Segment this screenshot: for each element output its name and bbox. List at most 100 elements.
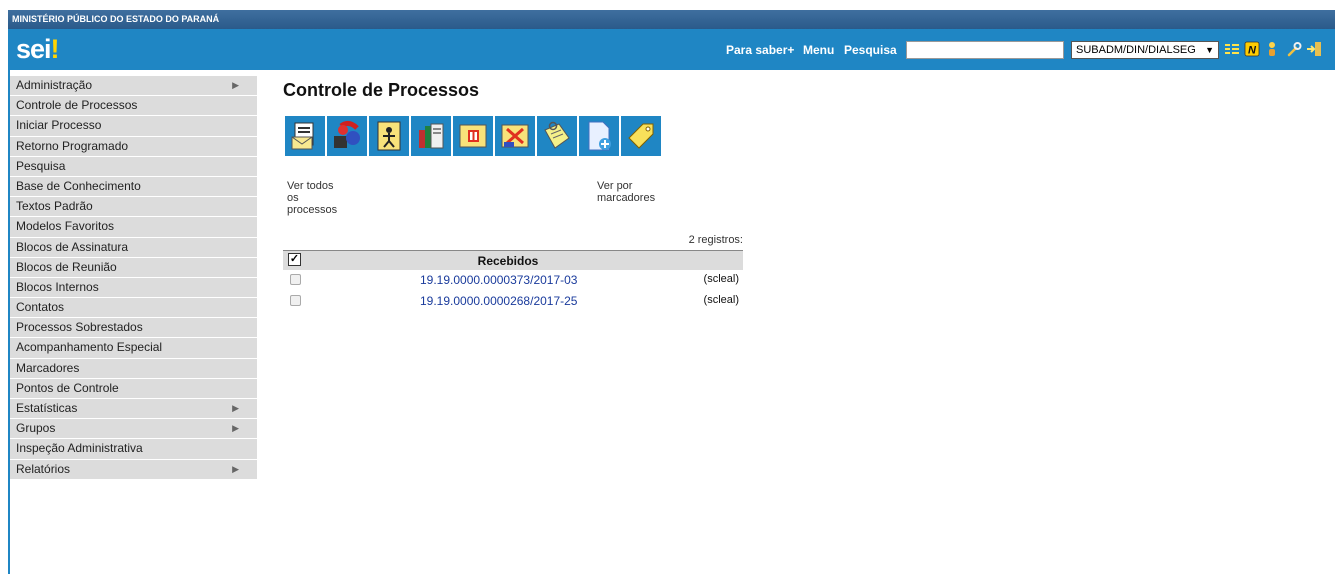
org-bar: MINISTÉRIO PÚBLICO DO ESTADO DO PARANÁ	[8, 10, 1335, 29]
sidebar-item[interactable]: Contatos	[10, 298, 257, 319]
top-strip	[0, 0, 1335, 10]
sobrestar-button[interactable]	[453, 116, 493, 156]
sidebar-item[interactable]: Blocos de Assinatura	[10, 237, 257, 258]
send-process-button[interactable]	[285, 116, 325, 156]
table-row: 19.19.0000.0000373/2017-03 (scleal)	[283, 270, 743, 291]
sidebar-item[interactable]: Controle de Processos	[10, 96, 257, 117]
sidebar-item[interactable]: Estatísticas ▶	[10, 399, 257, 420]
sidebar-item[interactable]: Pesquisa	[10, 156, 257, 177]
sidebar-item[interactable]: Blocos Internos	[10, 277, 257, 299]
table-header-label: Recebidos	[477, 254, 539, 268]
sidebar-item-label: Grupos	[16, 421, 56, 436]
library-button[interactable]	[411, 116, 451, 156]
user-icon[interactable]	[1264, 41, 1280, 57]
submenu-arrow-icon: ▶	[232, 80, 239, 90]
search-input[interactable]	[906, 41, 1064, 59]
pesquisa-link[interactable]: Pesquisa	[844, 43, 897, 57]
sidebar-item[interactable]: Pontos de Controle	[10, 378, 257, 399]
marker-icon	[628, 123, 654, 149]
sidebar-item[interactable]: Relatórios ▶	[10, 459, 257, 480]
update-process-button[interactable]	[327, 116, 367, 156]
sidebar-item-label: Blocos de Assinatura	[16, 239, 129, 254]
process-user[interactable]: (scleal)	[663, 294, 739, 306]
conclude-process-icon	[501, 124, 529, 148]
table-body: 19.19.0000.0000373/2017-03 (scleal) 19.19.…	[283, 270, 743, 312]
table-header: ✓ Recebidos	[283, 250, 743, 270]
annotation-icon	[544, 121, 570, 149]
library-icon	[419, 123, 444, 149]
sidebar-item-label: Contatos	[16, 300, 65, 315]
exit-icon[interactable]	[1306, 41, 1322, 57]
sei-logo[interactable]: sei!	[16, 34, 60, 65]
menu-link[interactable]: Menu	[803, 43, 834, 57]
page-title: Controle de Processos	[283, 80, 480, 100]
sidebar-item-label: Textos Padrão	[16, 199, 93, 214]
sidebar-item-label: Processos Sobrestados	[16, 320, 143, 335]
assign-process-button[interactable]	[369, 116, 409, 156]
submenu-arrow-icon: ▶	[232, 403, 239, 413]
ver-por-marcadores-link[interactable]: Ver por marcadores	[597, 180, 655, 204]
sidebar-item[interactable]: Iniciar Processo	[10, 116, 257, 137]
include-document-button[interactable]	[579, 116, 619, 156]
sidebar-item[interactable]: Modelos Favoritos	[10, 217, 257, 238]
process-table: ✓ Recebidos 19.19.0000.0000373/2017-03 (s…	[283, 250, 743, 312]
sidebar-item[interactable]: Grupos ▶	[10, 419, 257, 440]
sidebar-item-label: Retorno Programado	[16, 138, 129, 153]
sidebar-item[interactable]: Textos Padrão	[10, 197, 257, 218]
sei-window: MINISTÉRIO PÚBLICO DO ESTADO DO PARANÁ s…	[0, 0, 1335, 574]
sidebar-item-label: Base de Conhecimento	[16, 178, 141, 193]
update-process-icon	[334, 120, 360, 148]
chevron-down-icon: ▼	[1205, 45, 1214, 55]
sidebar-item-label: Pesquisa	[16, 158, 66, 173]
sidebar-item[interactable]: Base de Conhecimento	[10, 176, 257, 198]
row-checkbox[interactable]	[290, 295, 301, 306]
process-user[interactable]: (scleal)	[663, 273, 739, 285]
records-count: 2 registros:	[688, 234, 743, 246]
sidebar-item-label: Blocos de Reunião	[16, 259, 117, 274]
sidebar-item-label: Inspeção Administrativa	[16, 441, 143, 456]
ver-todos-processos-link[interactable]: Ver todos os processos	[287, 180, 337, 216]
sidebar-item-label: Estatísticas	[16, 401, 78, 415]
app-bar: sei! Para saber+ Menu Pesquisa SUBADM/DI…	[8, 29, 1335, 70]
sidebar-item[interactable]: Processos Sobrestados	[10, 318, 257, 339]
conclude-process-button[interactable]	[495, 116, 535, 156]
sidebar-item-label: Marcadores	[16, 360, 80, 375]
svg-text:N: N	[1248, 45, 1257, 57]
sidebar-item-label: Blocos Internos	[16, 279, 99, 294]
sidebar-item-label: Iniciar Processo	[16, 118, 102, 133]
sidebar-item[interactable]: Blocos de Reunião	[10, 257, 257, 278]
process-link[interactable]: 19.19.0000.0000268/2017-25	[420, 294, 577, 308]
sidebar-item[interactable]: Inspeção Administrativa	[10, 439, 257, 460]
org-name: MINISTÉRIO PÚBLICO DO ESTADO DO PARANÁ	[12, 14, 220, 24]
sidebar-item-label: Controle de Processos	[16, 98, 138, 113]
marker-button[interactable]	[621, 116, 661, 156]
sidebar-item[interactable]: Retorno Programado	[10, 136, 257, 157]
list-icon[interactable]	[1224, 41, 1240, 57]
wrench-icon[interactable]	[1286, 41, 1302, 57]
logo-dot: !	[50, 34, 60, 64]
assign-process-icon	[377, 121, 401, 151]
submenu-arrow-icon: ▶	[232, 463, 239, 474]
include-document-icon	[588, 121, 611, 151]
sidebar-menu: Administração ▶ Controle de Processos Inici…	[10, 76, 257, 480]
table-row: 19.19.0000.0000268/2017-25 (scleal)	[283, 291, 743, 312]
unit-select[interactable]: SUBADM/DIN/DIALSEG ▼	[1071, 41, 1219, 59]
sidebar-item[interactable]: Administração ▶	[10, 76, 257, 97]
annotation-button[interactable]	[537, 116, 577, 156]
sidebar-item-label: Pontos de Controle	[16, 380, 119, 395]
sidebar-item[interactable]: Marcadores	[10, 358, 257, 379]
notes-icon[interactable]: N	[1244, 41, 1260, 57]
sobrestar-icon	[459, 124, 487, 148]
unit-select-value: SUBADM/DIN/DIALSEG	[1076, 44, 1196, 56]
sidebar-item-label: Relatórios	[16, 461, 71, 476]
send-process-icon	[291, 122, 314, 150]
sidebar-item-label: Acompanhamento Especial	[16, 340, 163, 355]
submenu-arrow-icon: ▶	[232, 423, 239, 434]
row-checkbox[interactable]	[290, 274, 301, 285]
sidebar-item[interactable]: Acompanhamento Especial	[10, 338, 257, 359]
logo-text: sei	[16, 34, 52, 64]
sidebar-item-label: Modelos Favoritos	[16, 219, 115, 234]
process-link[interactable]: 19.19.0000.0000373/2017-03	[420, 273, 577, 287]
para-saber-link[interactable]: Para saber+	[726, 43, 794, 57]
sidebar-item-label: Administração	[16, 78, 93, 92]
